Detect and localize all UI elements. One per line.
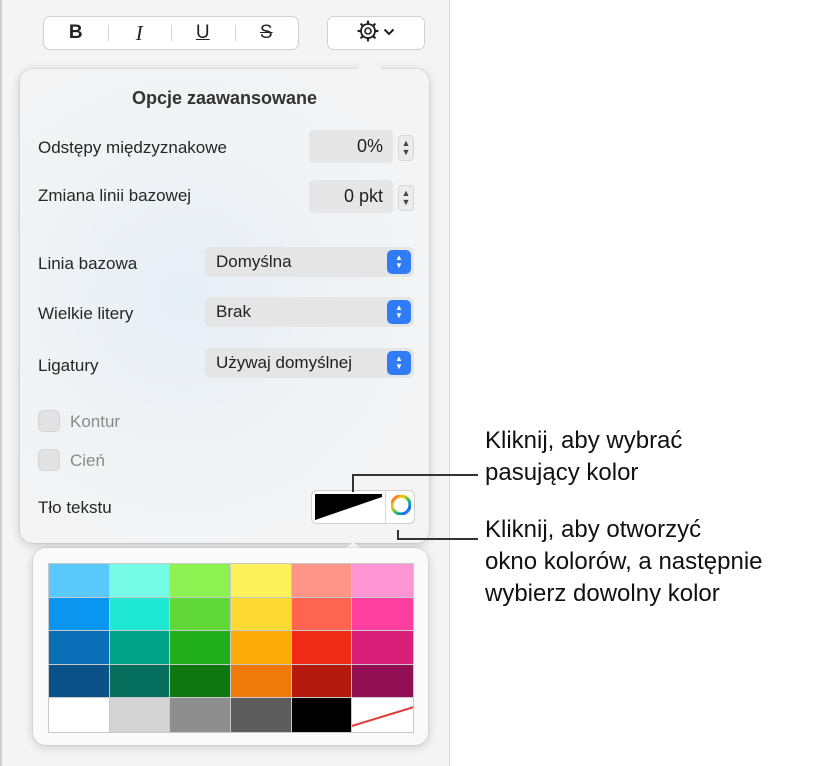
callout-line: okno kolorów, a następnie [485,548,763,575]
callout-match-color: Kliknij, aby wybrać pasujący kolor [485,425,682,489]
updown-chevron-icon: ▲ ▼ [387,351,411,375]
color-swatch[interactable] [109,597,171,632]
color-swatch[interactable] [49,597,110,632]
character-spacing-field[interactable]: 0% [309,130,393,163]
color-wheel-icon [390,493,412,520]
color-swatch[interactable] [170,698,231,732]
capitalization-value: Brak [216,302,251,321]
baseline-label: Linia bazowa [38,254,138,273]
callout-leader-line [397,538,478,540]
color-swatch[interactable] [170,631,231,665]
popover-title: Opcje zaawansowane [131,88,318,108]
callout-line: Kliknij, aby otworzyć [485,516,702,543]
text-background-control [311,490,415,524]
color-swatch[interactable] [49,564,110,598]
capitalization-select[interactable]: Brak ▲ ▼ [205,297,414,327]
ligatures-select[interactable]: Używaj domyślnej ▲ ▼ [205,348,414,378]
color-swatch[interactable] [49,698,110,732]
baseline-value: Domyślna [216,252,292,271]
color-swatch[interactable] [49,631,110,665]
italic-button[interactable]: I [107,17,172,49]
strikethrough-button[interactable]: S [234,17,299,49]
color-swatch[interactable] [49,664,110,699]
color-well-button[interactable] [315,494,382,520]
updown-chevron-icon: ▲ ▼ [387,300,411,324]
character-spacing-stepper[interactable]: ▲ ▼ [398,135,414,161]
color-swatch[interactable] [231,597,292,632]
color-swatch[interactable] [291,564,353,598]
color-swatch-grid [48,563,414,733]
callout-line: Kliknij, aby wybrać [485,427,683,454]
color-swatch[interactable] [291,631,353,665]
bold-button[interactable]: B [44,17,108,49]
shadow-checkbox[interactable] [38,449,60,471]
text-background-label: Tło tekstu [38,498,112,517]
ligatures-label: Ligatury [38,356,99,375]
color-swatch[interactable] [109,564,171,598]
baseline-shift-label: Zmiana linii bazowej [38,186,192,205]
color-swatch[interactable] [352,564,413,598]
baseline-shift-field[interactable]: 0 pkt [309,180,393,213]
color-swatch[interactable] [352,664,413,699]
color-swatch[interactable] [231,564,292,598]
underline-button[interactable]: U [171,17,235,49]
baseline-select[interactable]: Domyślna ▲ ▼ [205,247,414,277]
character-spacing-label: Odstępy międzyznakowe [38,138,227,157]
capitalization-label: Wielkie litery [38,304,134,323]
color-swatch[interactable] [231,664,292,699]
color-swatch[interactable] [109,631,171,665]
popover-arrow [355,57,383,70]
color-swatch[interactable] [352,597,413,632]
color-wheel-button[interactable] [385,491,416,523]
advanced-options-button[interactable] [327,16,425,50]
color-swatch[interactable] [170,564,231,598]
color-swatch[interactable] [109,698,171,732]
color-swatch[interactable] [231,631,292,665]
ligatures-value: Używaj domyślnej [216,353,353,372]
callout-line: wybierz dowolny kolor [485,580,720,607]
outline-checkbox[interactable] [38,410,60,432]
updown-chevron-icon: ▲ ▼ [387,250,411,274]
outline-label: Kontur [70,412,121,431]
color-swatch[interactable] [291,597,353,632]
chevron-down-icon [383,24,395,42]
callout-leader-line [352,474,354,492]
color-swatch[interactable] [109,664,171,699]
shadow-label: Cień [70,451,105,470]
color-swatch[interactable] [291,698,353,732]
gear-icon [357,19,379,47]
color-swatch[interactable] [291,664,353,699]
color-swatch[interactable] [231,698,292,732]
text-style-toolbar: B I U S [43,16,299,50]
color-swatch[interactable] [170,597,231,632]
baseline-shift-stepper[interactable]: ▲ ▼ [398,185,414,211]
callout-line: pasujący kolor [485,459,639,486]
no-color-swatch[interactable] [352,698,413,732]
callout-color-window: Kliknij, aby otworzyć okno kolorów, a na… [485,514,763,610]
color-swatch[interactable] [352,631,413,665]
callout-leader-line [352,474,478,476]
color-swatch[interactable] [170,664,231,699]
